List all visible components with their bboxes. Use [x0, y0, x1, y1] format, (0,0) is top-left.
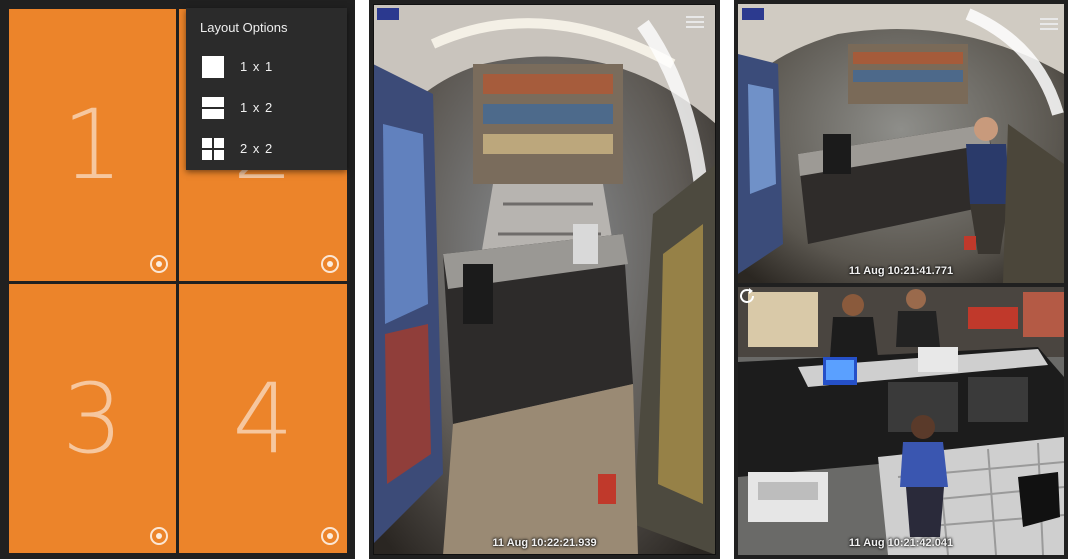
feed-menu-icon[interactable]	[1040, 18, 1058, 31]
option-label: 1 x 1	[240, 59, 274, 74]
grid-cell-3[interactable]: 3	[9, 284, 176, 553]
split-camera-panel: 11 Aug 10:21:41.771 11 Aug 10:21:42.041	[734, 0, 1068, 559]
menu-title: Layout Options	[200, 20, 288, 35]
layout-options-menu: Layout Options 1 x 1 1 x 2 2 x 2	[186, 8, 347, 170]
camera-feed-bottom[interactable]: 11 Aug 10:21:42.041	[738, 287, 1064, 555]
grid-layout-panel: 1 2 3 4 Layout Options 1 x 1 1 x 2	[0, 0, 355, 559]
grid-cell-4[interactable]: 4	[179, 284, 347, 553]
camera-id-tag	[742, 8, 764, 20]
feed-timestamp-top: 11 Aug 10:21:41.771	[848, 265, 954, 277]
store-fisheye-image	[373, 4, 716, 555]
camera-select-icon[interactable]	[321, 527, 339, 545]
camera-select-icon[interactable]	[321, 255, 339, 273]
single-camera-panel: 11 Aug 10:22:21.939	[369, 0, 720, 559]
store-fisheye-image	[738, 4, 1064, 283]
option-label: 1 x 2	[240, 100, 274, 115]
grid-cell-1[interactable]: 1	[9, 9, 176, 281]
camera-id-tag	[377, 8, 399, 20]
layout-option-2x2[interactable]: 2 x 2	[202, 138, 332, 160]
camera-select-icon[interactable]	[150, 255, 168, 273]
grid-2x2-icon	[202, 138, 224, 160]
cell-number: 1	[61, 89, 124, 201]
camera-feed-top[interactable]: 11 Aug 10:21:41.771	[738, 4, 1064, 283]
single-pane-icon	[202, 56, 224, 78]
feed-menu-icon[interactable]	[686, 16, 704, 29]
cell-number: 4	[232, 362, 294, 475]
camera-select-icon[interactable]	[150, 527, 168, 545]
feed-timestamp-bottom: 11 Aug 10:21:42.041	[848, 537, 954, 549]
camera-feed[interactable]: 11 Aug 10:22:21.939	[373, 4, 716, 555]
split-horizontal-icon	[202, 97, 224, 119]
checkout-counter-image	[738, 287, 1064, 555]
refresh-icon[interactable]	[738, 287, 756, 305]
feed-timestamp: 11 Aug 10:22:21.939	[492, 537, 597, 549]
option-label: 2 x 2	[240, 141, 274, 156]
layout-option-1x2[interactable]: 1 x 2	[202, 97, 332, 119]
cell-number: 3	[61, 362, 124, 475]
layout-option-1x1[interactable]: 1 x 1	[202, 56, 332, 78]
